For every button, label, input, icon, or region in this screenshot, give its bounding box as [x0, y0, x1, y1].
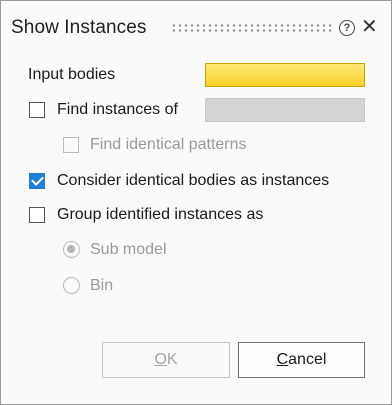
input-bodies-label: Input bodies [28, 66, 116, 83]
find-identical-patterns-checkbox[interactable] [63, 137, 79, 153]
help-icon[interactable]: ? [339, 20, 355, 36]
group-instances-label: Group identified instances as [57, 206, 264, 223]
sub-model-label: Sub model [90, 241, 167, 258]
show-instances-dialog: Show Instances ? ✕ Input bodies Find ins… [0, 0, 392, 405]
find-identical-patterns-label: Find identical patterns [90, 136, 247, 153]
close-icon[interactable]: ✕ [361, 17, 378, 37]
drag-handle[interactable] [171, 23, 331, 33]
bin-radio[interactable] [63, 277, 80, 294]
cancel-button[interactable]: Cancel [238, 342, 365, 378]
consider-identical-checkbox[interactable] [29, 173, 45, 189]
sub-model-radio[interactable] [63, 241, 80, 258]
ok-button[interactable]: OK [102, 342, 230, 378]
bin-label: Bin [90, 277, 114, 294]
find-instances-label: Find instances of [57, 101, 178, 118]
group-instances-checkbox[interactable] [29, 207, 45, 223]
dialog-title: Show Instances [11, 17, 147, 38]
find-instances-checkbox[interactable] [29, 102, 45, 118]
input-bodies-field[interactable] [205, 63, 365, 87]
consider-identical-label: Consider identical bodies as instances [57, 172, 330, 189]
find-instances-field[interactable] [205, 98, 365, 122]
